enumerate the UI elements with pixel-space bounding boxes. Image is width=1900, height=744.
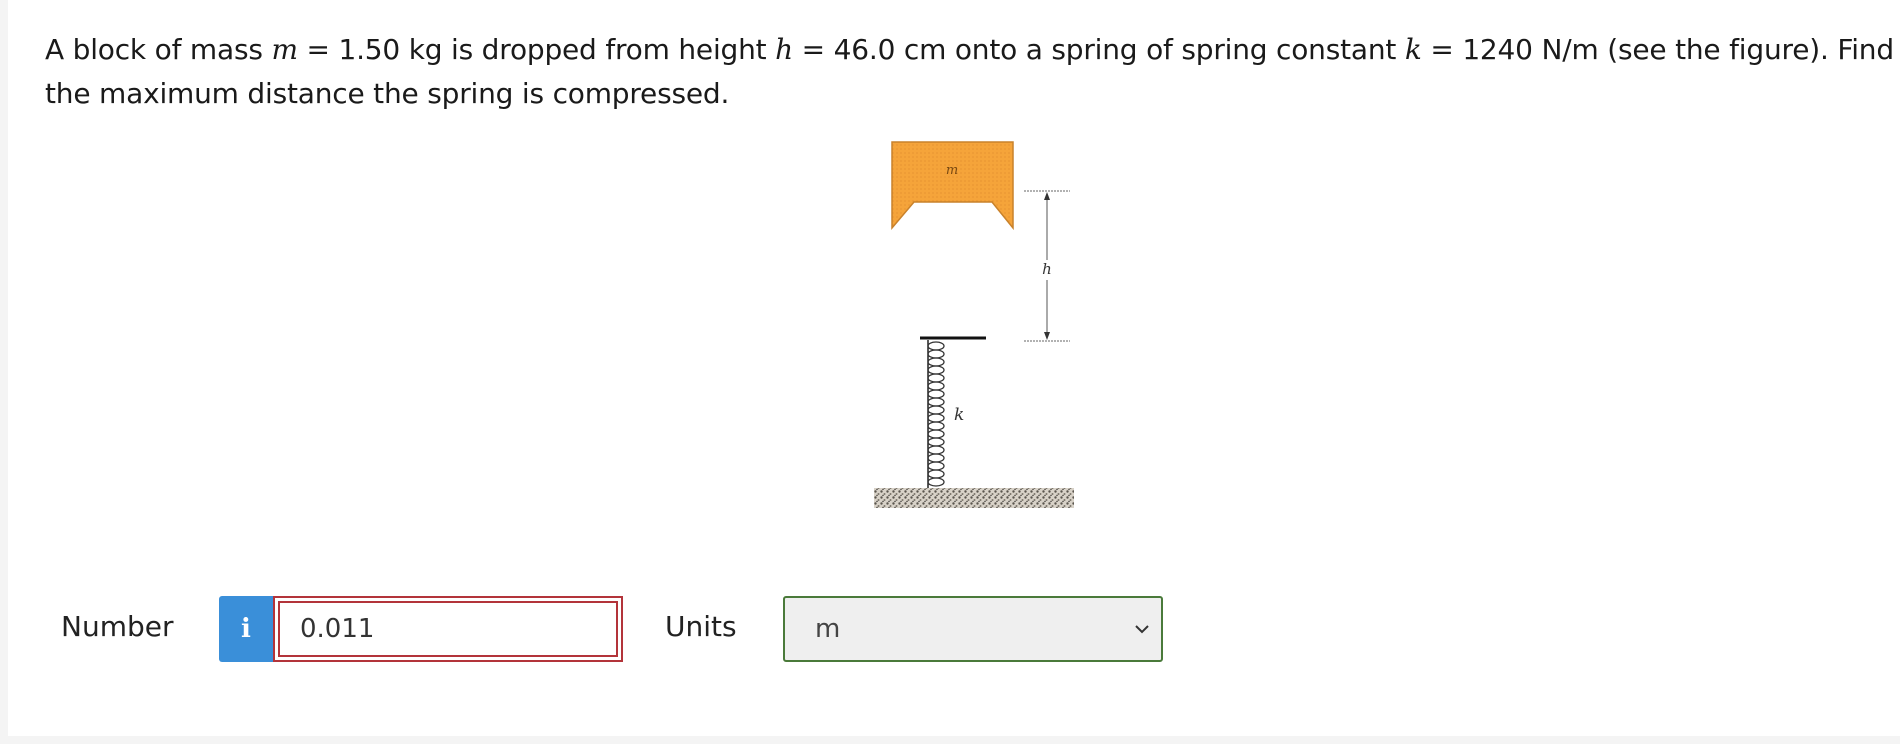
var-m: m: [271, 33, 298, 66]
height-dimension: h: [1024, 190, 1070, 342]
question-part-1: A block of mass: [45, 33, 272, 66]
units-select[interactable]: m: [783, 596, 1163, 662]
question-panel: A block of mass m = 1.50 kg is dropped f…: [8, 0, 1900, 736]
number-input-frame: 0.011: [273, 596, 623, 662]
height-label: h: [1042, 260, 1052, 278]
spring-label: k: [954, 405, 964, 425]
question-part-2: = 1.50 kg is dropped from height: [297, 33, 776, 66]
number-label: Number: [61, 610, 174, 643]
units-selected-value: m: [815, 614, 841, 644]
spring: [927, 340, 945, 488]
chevron-down-icon: [1135, 625, 1149, 634]
info-icon[interactable]: i: [219, 596, 273, 662]
block-label: m: [946, 163, 958, 178]
ground: [874, 488, 1074, 508]
units-label: Units: [665, 610, 737, 643]
question-text: A block of mass m = 1.50 kg is dropped f…: [45, 28, 1895, 116]
block-spring-figure: m h k: [874, 141, 1074, 508]
question-part-3: = 46.0 cm onto a spring of spring consta…: [792, 33, 1405, 66]
mass-block: m: [891, 141, 1014, 231]
var-h: h: [775, 33, 793, 66]
number-input[interactable]: 0.011: [278, 601, 618, 657]
answer-row: Number i 0.011 Units m: [8, 596, 1900, 664]
var-k: k: [1404, 33, 1422, 66]
